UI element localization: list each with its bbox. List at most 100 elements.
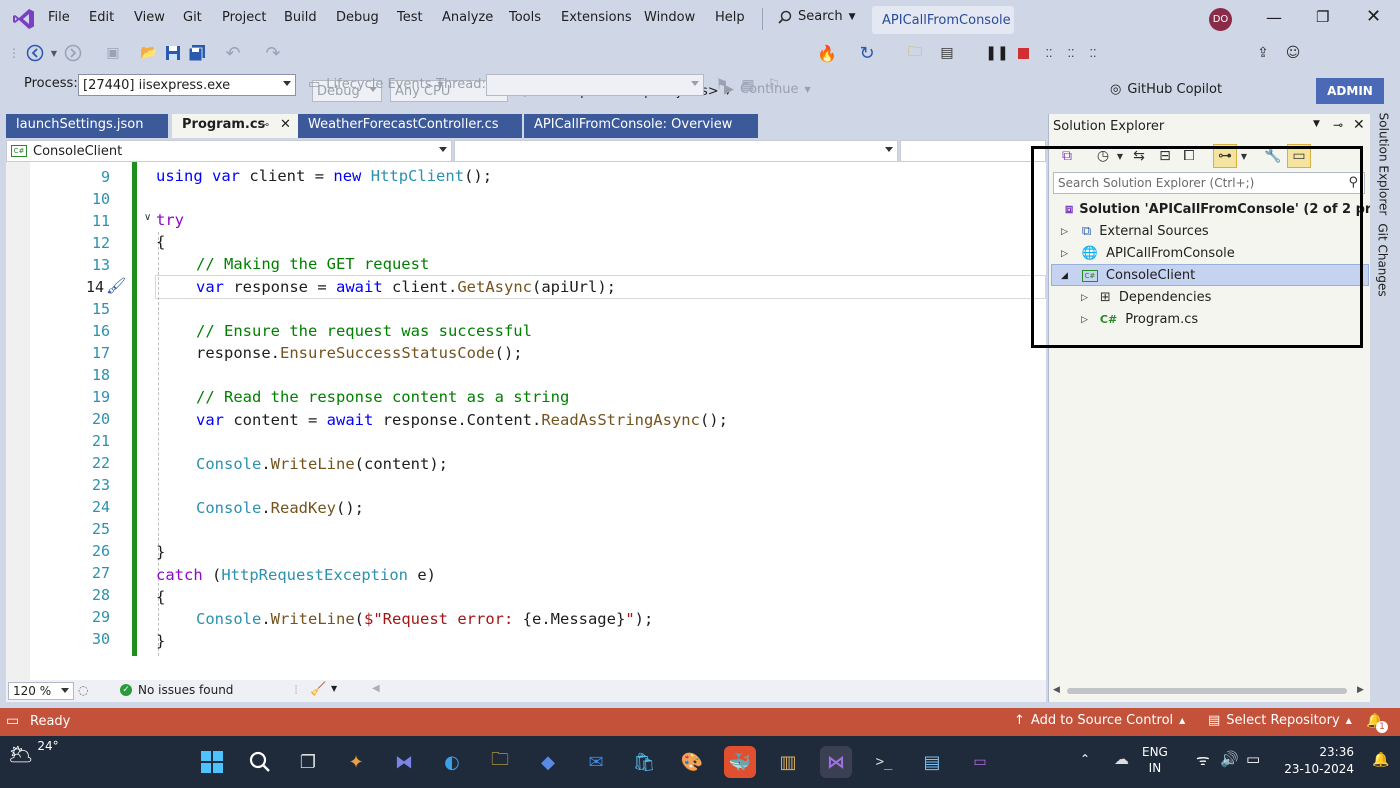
- side-tab-git-changes[interactable]: Git Changes: [1372, 222, 1394, 298]
- step-over-icon[interactable]: ⁚⁚: [1062, 42, 1080, 64]
- project-scope-select[interactable]: C# ConsoleClient: [6, 140, 452, 162]
- notifications-button[interactable]: 🔔 1: [1366, 713, 1388, 733]
- scroll-left-icon[interactable]: ◀: [372, 683, 380, 694]
- save-all-icon[interactable]: [186, 42, 208, 64]
- menu-git[interactable]: Git: [183, 10, 202, 25]
- clock[interactable]: 23:36 23-10-2024: [1280, 744, 1354, 778]
- language-indicator[interactable]: ENG IN: [1142, 744, 1168, 776]
- zoom-select[interactable]: 120 %: [8, 682, 74, 700]
- store-icon[interactable]: 🛍: [628, 746, 660, 778]
- open-folder-icon[interactable]: 📂: [138, 42, 160, 64]
- breakpoint-margin[interactable]: [6, 162, 30, 680]
- edge-icon[interactable]: ◐: [436, 746, 468, 778]
- side-tab-solution-explorer[interactable]: Solution Explorer: [1372, 112, 1394, 216]
- close-window-icon[interactable]: ✕: [1366, 6, 1381, 27]
- tab-weatherforecastcontroller[interactable]: WeatherForecastController.cs: [298, 114, 522, 138]
- battery-icon[interactable]: ▭: [1246, 750, 1260, 768]
- weather-widget[interactable]: 🌥 24°: [8, 739, 59, 766]
- quick-actions-brush-icon[interactable]: 🖌: [106, 276, 126, 295]
- menu-debug[interactable]: Debug: [336, 10, 379, 25]
- horizontal-scrollbar[interactable]: ◀ ▶: [1049, 680, 1371, 702]
- restore-icon[interactable]: ❐: [1316, 8, 1329, 26]
- archive-app-icon[interactable]: ▥: [772, 746, 804, 778]
- back-dropdown-icon[interactable]: ▼: [48, 42, 60, 64]
- forward-icon[interactable]: [62, 42, 84, 64]
- menu-test[interactable]: Test: [397, 10, 423, 25]
- docker-icon[interactable]: 🐳: [724, 746, 756, 778]
- file-explorer-icon[interactable]: 🗀: [484, 746, 516, 778]
- menu-view[interactable]: View: [134, 10, 165, 25]
- task-view-icon[interactable]: ❐: [292, 746, 324, 778]
- stack-frame-icon[interactable]: ▦: [738, 74, 758, 96]
- chevron-down-icon[interactable]: ▼: [331, 684, 337, 693]
- step-out-icon[interactable]: ⁚⁚: [1084, 42, 1102, 64]
- avatar[interactable]: DO: [1209, 8, 1232, 31]
- wifi-icon[interactable]: ᯤ: [1196, 750, 1210, 770]
- undo-icon[interactable]: ↶: [222, 42, 244, 64]
- copilot-app-icon[interactable]: ✦: [340, 746, 372, 778]
- tray-overflow-icon[interactable]: ⌃: [1080, 752, 1090, 766]
- menu-file[interactable]: File: [48, 10, 70, 25]
- search-taskbar-icon[interactable]: [244, 746, 276, 778]
- tab-program-cs[interactable]: Program.cs ⊸ ✕: [172, 114, 298, 138]
- new-item-icon[interactable]: ▣: [102, 42, 124, 64]
- panel-menu-icon[interactable]: ▼: [1313, 119, 1320, 129]
- share-icon[interactable]: ⇪: [1252, 42, 1274, 64]
- feedback-icon[interactable]: ☺: [1282, 42, 1304, 64]
- redo-icon[interactable]: ↷: [262, 42, 284, 64]
- menu-build[interactable]: Build: [284, 10, 317, 25]
- onedrive-icon[interactable]: ☁: [1114, 750, 1129, 768]
- terminal-icon[interactable]: >_: [868, 746, 900, 778]
- minimize-icon[interactable]: —: [1266, 8, 1282, 27]
- menu-window[interactable]: Window: [644, 10, 695, 25]
- back-icon[interactable]: [24, 42, 46, 64]
- notification-center-icon[interactable]: 🔔: [1372, 752, 1389, 768]
- menu-tools[interactable]: Tools: [509, 10, 541, 25]
- stop-icon[interactable]: [1014, 42, 1032, 64]
- visual-studio-taskbar-icon[interactable]: ⋈: [820, 746, 852, 778]
- menu-edit[interactable]: Edit: [89, 10, 114, 25]
- save-icon[interactable]: [162, 42, 184, 64]
- issues-indicator[interactable]: ✓ No issues found: [120, 683, 233, 697]
- menu-extensions[interactable]: Extensions: [561, 10, 632, 25]
- process-select[interactable]: [27440] iisexpress.exe: [78, 74, 296, 96]
- start-icon[interactable]: [196, 746, 228, 778]
- window-layout-icon[interactable]: ▤: [936, 42, 958, 64]
- paint-icon[interactable]: 🎨: [676, 746, 708, 778]
- scroll-right-icon[interactable]: ▶: [1357, 685, 1364, 695]
- collapse-try-icon[interactable]: ∨: [144, 212, 151, 223]
- teams-icon[interactable]: ⧓: [388, 746, 420, 778]
- type-scope-select[interactable]: [454, 140, 898, 162]
- scrollbar-thumb[interactable]: [1067, 688, 1347, 694]
- menu-project[interactable]: Project: [222, 10, 266, 25]
- close-panel-icon[interactable]: ✕: [1353, 117, 1365, 133]
- notepad-icon[interactable]: ▤: [916, 746, 948, 778]
- copilot-pro-icon[interactable]: ◆: [532, 746, 564, 778]
- menu-analyze[interactable]: Analyze: [442, 10, 493, 25]
- tab-overview[interactable]: APICallFromConsole: Overview: [524, 114, 758, 138]
- pin-panel-icon[interactable]: ⊸: [1333, 118, 1343, 132]
- hot-reload-icon[interactable]: 🔥: [816, 42, 838, 64]
- code-editor[interactable]: ∨ 🖌 9 10 11 12 13 14 15 16 17 18 19 20 2…: [6, 162, 1046, 680]
- select-repository-button[interactable]: ▤ Select Repository ▲: [1208, 713, 1352, 728]
- member-scope-select[interactable]: [900, 140, 1046, 162]
- add-to-source-control-button[interactable]: ↑ Add to Source Control ▲: [1014, 713, 1185, 728]
- thread-filter-icon[interactable]: ⚑: [712, 74, 732, 96]
- flag-icon[interactable]: ⚐: [764, 74, 784, 96]
- thread-select[interactable]: [486, 74, 704, 96]
- tab-launchsettings[interactable]: launchSettings.json: [6, 114, 168, 138]
- restart-icon[interactable]: ↻: [856, 42, 878, 64]
- outlook-icon[interactable]: ✉: [580, 746, 612, 778]
- pause-icon[interactable]: ❚❚: [985, 42, 1008, 64]
- step-into-icon[interactable]: ⁚⁚: [1040, 42, 1058, 64]
- menu-help[interactable]: Help: [715, 10, 745, 25]
- lifecycle-events-button[interactable]: ▭ Lifecycle Events ▼: [308, 77, 444, 92]
- ai-icon[interactable]: ◌: [78, 683, 88, 697]
- vs-logo-icon[interactable]: [12, 7, 36, 31]
- search-button[interactable]: Search ▼: [778, 9, 856, 24]
- volume-icon[interactable]: 🔊: [1220, 750, 1239, 768]
- pin-icon[interactable]: ⊸: [260, 118, 269, 131]
- code-cleanup-icon[interactable]: 🧹: [310, 682, 326, 697]
- browse-folder-icon[interactable]: 🗀: [904, 42, 926, 64]
- console-app-icon[interactable]: ▭: [964, 746, 996, 778]
